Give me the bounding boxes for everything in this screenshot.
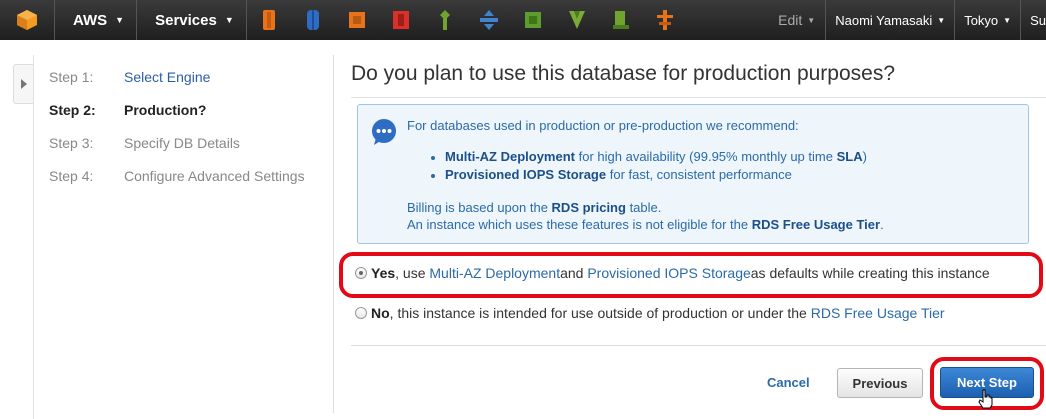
services-menu-label: Services <box>155 11 217 29</box>
info-intro: For databases used in production or pre-… <box>407 118 799 133</box>
rds-pricing-link[interactable]: RDS pricing <box>552 200 626 215</box>
step-label-advanced-settings: Configure Advanced Settings <box>124 168 305 184</box>
list-item: Provisioned IOPS Storage for fast, consi… <box>431 167 867 185</box>
chevron-down-icon: ▼ <box>807 15 816 25</box>
radio-no[interactable] <box>355 307 367 319</box>
dynamodb-icon[interactable] <box>467 0 511 40</box>
expand-sidebar-handle[interactable] <box>13 64 34 104</box>
multi-az-text-end: ) <box>862 149 867 164</box>
recommendation-list: Multi-AZ Deployment for high availabilit… <box>431 149 867 185</box>
billing-text: Billing is based upon the <box>407 200 552 215</box>
user-name: Naomi Yamasaki <box>835 12 933 28</box>
chevron-down-icon: ▼ <box>224 15 234 25</box>
highlight-yes-option <box>339 252 1043 298</box>
ec2-icon[interactable] <box>247 0 291 40</box>
elastic-beanstalk-icon[interactable] <box>423 0 467 40</box>
info-box: For databases used in production or pre-… <box>357 104 1029 244</box>
multi-az-text: for high availability (99.95% monthly up… <box>575 149 837 164</box>
rds-free-tier-option-link[interactable]: RDS Free Usage Tier <box>811 305 945 321</box>
route53-icon[interactable] <box>643 0 687 40</box>
step-link-select-engine[interactable]: Select Engine <box>124 69 210 102</box>
chevron-down-icon: ▼ <box>1003 15 1012 25</box>
edit-label: Edit <box>778 12 803 28</box>
option-no-text: , this instance is intended for use outs… <box>389 305 807 321</box>
chevron-down-icon: ▼ <box>937 15 946 25</box>
chevron-right-icon <box>21 79 27 89</box>
aws-logo-icon[interactable] <box>0 0 54 40</box>
free-tier-text: An instance which uses these features is… <box>407 217 752 232</box>
step-number: Step 1: <box>49 69 94 85</box>
s3-icon[interactable] <box>291 0 335 40</box>
cloudfront-icon[interactable] <box>335 0 379 40</box>
rds-free-tier-link[interactable]: RDS Free Usage Tier <box>752 217 880 232</box>
title-divider <box>351 97 1046 98</box>
step-number: Step 3: <box>49 135 94 151</box>
sla-link[interactable]: SLA <box>837 149 863 164</box>
footer-divider <box>351 345 1046 346</box>
vpc-icon[interactable] <box>555 0 599 40</box>
cloudformation-icon[interactable] <box>511 0 555 40</box>
sidebar-border <box>33 55 34 419</box>
step-4: Step 4: Configure Advanced Settings <box>49 168 305 201</box>
option-no-label: No <box>371 305 390 321</box>
step-3: Step 3: Specify DB Details <box>49 135 305 168</box>
region-menu-button[interactable]: Tokyo ▼ <box>955 0 1020 40</box>
step-label-db-details: Specify DB Details <box>124 135 240 151</box>
provisioned-iops-text: for fast, consistent performance <box>606 167 792 182</box>
step-number: Step 2: <box>49 102 96 118</box>
rds-icon[interactable] <box>379 0 423 40</box>
support-label: Su <box>1030 12 1046 28</box>
step-1[interactable]: Step 1: Select Engine <box>49 69 305 102</box>
bullet-icon <box>431 173 435 178</box>
step-number: Step 4: <box>49 168 94 184</box>
support-menu-button[interactable]: Su <box>1021 0 1046 40</box>
steps-divider <box>333 55 334 413</box>
step-label-production: Production? <box>124 102 207 118</box>
ebs-icon[interactable] <box>599 0 643 40</box>
aws-menu-label: AWS <box>73 11 108 29</box>
top-nav-bar: AWS ▼ Services ▼ Edit ▼ Naomi Yamasaki ▼ Tok… <box>0 0 1046 40</box>
billing-note: Billing is based upon the RDS pricing ta… <box>407 199 884 233</box>
chevron-down-icon: ▼ <box>115 15 125 25</box>
speech-bubble-icon <box>370 118 398 149</box>
billing-text-end: table. <box>625 200 662 215</box>
list-item: Multi-AZ Deployment for high availabilit… <box>431 149 867 167</box>
provisioned-iops-label: Provisioned IOPS Storage <box>445 167 607 182</box>
region-label: Tokyo <box>964 12 999 28</box>
option-no[interactable]: No, this instance is intended for use ou… <box>355 305 945 321</box>
previous-button[interactable]: Previous <box>837 368 923 398</box>
step-2: Step 2: Production? <box>49 102 305 135</box>
services-menu-button[interactable]: Services ▼ <box>137 0 246 40</box>
free-tier-text-end: . <box>880 217 884 232</box>
multi-az-label: Multi-AZ Deployment <box>445 149 575 164</box>
wizard-steps: Step 1: Select Engine Step 2: Production… <box>49 69 305 201</box>
bullet-icon <box>431 155 435 160</box>
aws-menu-button[interactable]: AWS ▼ <box>55 0 136 40</box>
hand-cursor-icon <box>978 389 994 414</box>
edit-menu-button[interactable]: Edit ▼ <box>769 0 825 40</box>
page-title: Do you plan to use this database for pro… <box>351 62 896 85</box>
cancel-button[interactable]: Cancel <box>767 375 810 390</box>
user-menu-button[interactable]: Naomi Yamasaki ▼ <box>826 0 954 40</box>
